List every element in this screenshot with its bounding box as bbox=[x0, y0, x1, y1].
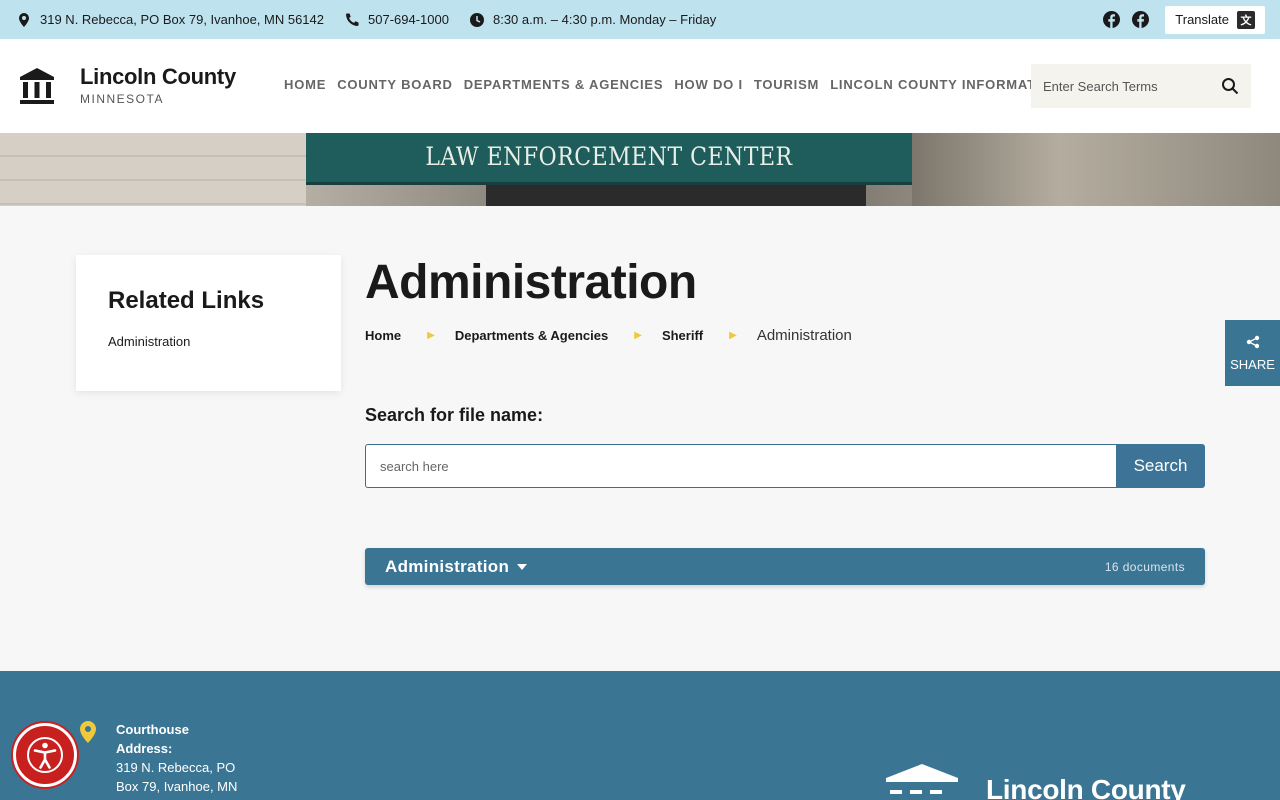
document-folder-header[interactable]: Administration 16 documents bbox=[365, 548, 1205, 585]
translate-label: Translate bbox=[1175, 12, 1229, 27]
location-pin-icon bbox=[80, 721, 96, 743]
related-links-card: Related Links Administration bbox=[76, 255, 341, 391]
file-search-button[interactable]: Search bbox=[1116, 444, 1205, 488]
google-translate-icon: 文 bbox=[1237, 10, 1255, 29]
phone-icon bbox=[346, 13, 359, 26]
main-nav: HOME COUNTY BOARD DEPARTMENTS & AGENCIES… bbox=[284, 77, 1061, 92]
breadcrumb-departments[interactable]: Departments & Agencies bbox=[455, 328, 608, 343]
search-icon[interactable] bbox=[1221, 77, 1239, 95]
banner-sign: LAW ENFORCEMENT CENTER bbox=[306, 133, 912, 185]
clock-icon bbox=[469, 12, 484, 27]
share-button[interactable]: SHARE bbox=[1225, 320, 1280, 386]
courthouse-icon bbox=[886, 764, 958, 794]
address-info: 319 N. Rebecca, PO Box 79, Ivanhoe, MN 5… bbox=[16, 12, 324, 28]
nav-departments-agencies[interactable]: DEPARTMENTS & AGENCIES bbox=[464, 77, 664, 92]
nav-how-do-i[interactable]: HOW DO I bbox=[674, 77, 743, 92]
banner-wall-right bbox=[912, 133, 1280, 206]
hours-info: 8:30 a.m. – 4:30 p.m. Monday – Friday bbox=[469, 12, 716, 28]
related-links-title: Related Links bbox=[108, 287, 265, 314]
footer-logo-text: Lincoln County bbox=[986, 774, 1186, 800]
nav-county-information[interactable]: LINCOLN COUNTY INFORMATION bbox=[830, 77, 1061, 92]
footer-logo: Lincoln County bbox=[884, 764, 1186, 800]
logo-text: Lincoln County MINNESOTA bbox=[80, 65, 236, 107]
footer-address-line: Box 79, Ivanhoe, MN bbox=[116, 779, 238, 794]
breadcrumb-separator-icon: ▶ bbox=[729, 330, 737, 341]
facebook-icon[interactable] bbox=[1103, 11, 1121, 28]
page-title: Administration bbox=[365, 256, 697, 309]
file-search-input[interactable] bbox=[365, 444, 1116, 488]
footer-address-line: 319 N. Rebecca, PO bbox=[116, 760, 236, 775]
translate-button[interactable]: Translate 文 bbox=[1165, 5, 1265, 34]
breadcrumb: Home ▶ Departments & Agencies ▶ Sheriff … bbox=[365, 327, 852, 344]
share-label: SHARE bbox=[1230, 356, 1275, 372]
address-text: 319 N. Rebecca, PO Box 79, Ivanhoe, MN 5… bbox=[40, 12, 325, 27]
breadcrumb-separator-icon: ▶ bbox=[427, 330, 435, 341]
file-search-label: Search for file name: bbox=[365, 405, 544, 425]
nav-county-board[interactable]: COUNTY BOARD bbox=[337, 77, 453, 92]
site-search-input[interactable] bbox=[1043, 78, 1221, 94]
top-info-bar: 319 N. Rebecca, PO Box 79, Ivanhoe, MN 5… bbox=[0, 0, 1280, 39]
breadcrumb-sheriff[interactable]: Sheriff bbox=[662, 328, 703, 343]
social-links bbox=[1103, 11, 1150, 28]
breadcrumb-home[interactable]: Home bbox=[365, 328, 401, 343]
hours-text: 8:30 a.m. – 4:30 p.m. Monday – Friday bbox=[492, 12, 717, 27]
banner-sign-text: LAW ENFORCEMENT CENTER bbox=[425, 143, 793, 172]
nav-tourism[interactable]: TOURISM bbox=[754, 77, 819, 92]
facebook-icon[interactable] bbox=[1132, 11, 1150, 28]
footer-address-line: 56142 bbox=[116, 796, 246, 800]
site-name: Lincoln County bbox=[80, 64, 236, 89]
phone-text[interactable]: 507-694-1000 bbox=[368, 12, 449, 27]
related-link-administration[interactable]: Administration bbox=[108, 334, 190, 349]
footer-address-label: Courthouse Address: bbox=[116, 722, 189, 756]
breadcrumb-separator-icon: ▶ bbox=[634, 330, 642, 341]
phone-info[interactable]: 507-694-1000 bbox=[344, 12, 449, 28]
folder-document-count: 16 documents bbox=[1104, 559, 1185, 574]
banner-wall-left bbox=[0, 133, 306, 206]
site-search bbox=[1031, 64, 1251, 108]
site-header: Lincoln County MINNESOTA HOME COUNTY BOA… bbox=[0, 39, 1280, 133]
nav-home[interactable]: HOME bbox=[284, 77, 326, 92]
hero-banner: LAW ENFORCEMENT CENTER bbox=[0, 133, 1280, 206]
folder-name: Administration bbox=[385, 556, 510, 576]
courthouse-icon bbox=[20, 68, 54, 104]
caret-down-icon bbox=[517, 563, 528, 570]
banner-doorway bbox=[486, 185, 866, 206]
footer-address: Courthouse Address: 319 N. Rebecca, PO B… bbox=[116, 720, 246, 800]
site-state: MINNESOTA bbox=[80, 92, 164, 106]
site-logo[interactable]: Lincoln County MINNESOTA bbox=[18, 65, 236, 107]
accessibility-icon bbox=[27, 737, 63, 773]
accessibility-button[interactable] bbox=[13, 723, 77, 787]
breadcrumb-current: Administration bbox=[756, 327, 852, 344]
file-search-form: Search bbox=[365, 444, 1205, 488]
site-footer: Courthouse Address: 319 N. Rebecca, PO B… bbox=[0, 671, 1280, 800]
share-icon bbox=[1246, 335, 1259, 348]
location-pin-icon bbox=[19, 12, 29, 27]
